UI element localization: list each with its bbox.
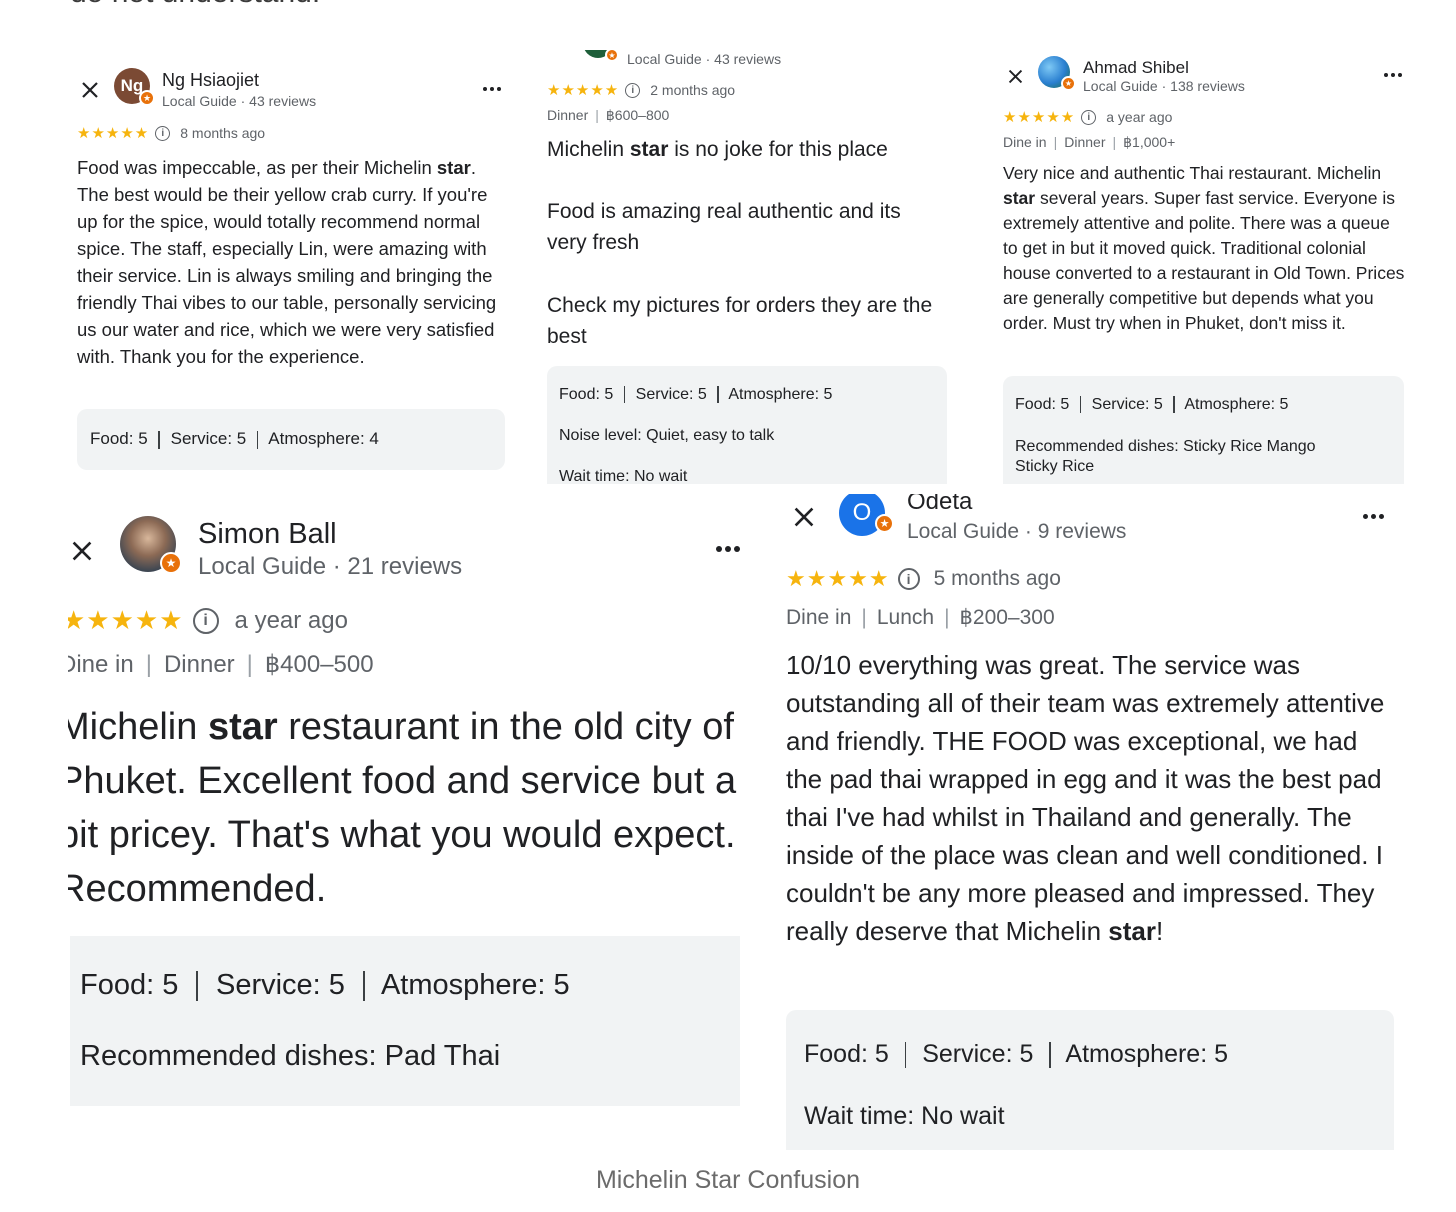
review-time: 8 months ago <box>180 125 266 141</box>
ratings-box: Food: 5 Service: 5 Atmosphere: 5 Wait ti… <box>786 1010 1394 1150</box>
atmosphere-label: Atmosphere: <box>1065 1040 1208 1068</box>
review-text-line-1: Michelin star restaurant in the old city… <box>68 706 734 748</box>
review-card-ng-hsiaojiet: Ng ★ Ng Hsiaojiet Local Guide · 43 revie… <box>60 50 530 490</box>
review-text-line-3: bit pricey. That's what you would expect… <box>68 814 736 856</box>
review-text-line-1: Michelin star is no joke for this place <box>547 138 888 161</box>
star-rating: ★★★★★ <box>1003 109 1076 126</box>
more-options-icon[interactable] <box>1384 73 1402 77</box>
rating-row: ★★★★★ i a year ago <box>68 605 348 636</box>
ratings-line: Food: 5 Service: 5 Atmosphere: 5 <box>1015 396 1289 414</box>
reviewer-name[interactable]: Ahmad Shibel <box>1083 58 1189 78</box>
visit-tags: Dine in | Dinner | ฿1,000+ <box>1003 134 1176 150</box>
review-time: a year ago <box>234 606 348 634</box>
ratings-line: Food: 5 Service: 5 Atmosphere: 5 <box>80 969 570 1002</box>
visit-tags: Dine in|Dinner|฿400–500 <box>68 651 374 678</box>
reviewer-meta: Local Guide · 21 reviews <box>198 553 463 580</box>
star-rating: ★★★★★ <box>786 566 890 591</box>
rating-row: ★★★★★ i 2 months ago <box>547 81 735 99</box>
reviewer-meta: Local Guide · 43 reviews <box>162 93 317 109</box>
atmosphere-label: Atmosphere: <box>268 429 365 448</box>
star-rating: ★★★★★ <box>547 82 620 99</box>
recommended-dishes-line: Recommended dishes: Sticky Rice Mango St… <box>1015 438 1316 475</box>
info-icon[interactable]: i <box>192 607 219 634</box>
star-rating: ★★★★★ <box>77 125 150 142</box>
review-text-paragraph-2: Food is amazing real authentic and its v… <box>547 200 901 254</box>
review-card-odeta: O ★ Odeta Local Guide · 9 reviews ★★★★★ … <box>775 494 1415 1150</box>
recommended-dishes-line: Recommended dishes: Pad Thai <box>80 1040 501 1072</box>
review-text: 10/10 everything was great. The service … <box>786 650 1385 946</box>
food-label: Food: <box>804 1040 868 1068</box>
close-icon[interactable] <box>70 539 94 563</box>
star-rating: ★★★★★ <box>68 605 184 635</box>
info-icon[interactable]: i <box>155 125 171 141</box>
ratings-line: Food: 5 Service: 5 Atmosphere: 4 <box>90 429 379 449</box>
reviewer-name[interactable]: Odeta <box>907 494 972 516</box>
rating-row: ★★★★★ i a year ago <box>1003 108 1172 126</box>
food-label: Food: <box>80 969 155 1001</box>
local-guide-badge-icon: ★ <box>139 90 155 106</box>
atmosphere-label: Atmosphere: <box>1184 396 1276 413</box>
review-text: Very nice and authentic Thai restaurant.… <box>1003 163 1405 333</box>
reviewer-name[interactable]: Simon Ball <box>198 518 337 551</box>
review-time: 2 months ago <box>650 82 736 98</box>
atmosphere-label: Atmosphere: <box>728 386 820 403</box>
more-options-icon[interactable] <box>1363 514 1384 519</box>
reviewer-name[interactable]: Ng Hsiaojiet <box>162 70 259 91</box>
info-icon[interactable]: i <box>897 568 920 590</box>
ratings-box: Food: 5 Service: 5 Atmosphere: 5 Recomme… <box>70 936 740 1106</box>
noise-level-line: Noise level: Quiet, easy to talk <box>559 427 775 444</box>
info-icon[interactable]: i <box>1081 109 1097 125</box>
rating-row: ★★★★★ i 8 months ago <box>77 124 265 142</box>
food-label: Food: <box>90 429 134 448</box>
food-label: Food: <box>559 386 600 403</box>
review-text-paragraph-3: Check my pictures for orders they are th… <box>547 294 933 348</box>
service-label: Service: <box>215 969 321 1001</box>
service-label: Service: <box>635 386 694 403</box>
more-options-icon[interactable] <box>716 546 740 552</box>
more-options-icon[interactable] <box>483 87 501 91</box>
ratings-box: Food: 5 Service: 5 Atmosphere: 5 Recomme… <box>1003 376 1404 484</box>
reviewer-meta: Local Guide · 43 reviews <box>627 51 782 67</box>
info-icon[interactable]: i <box>625 82 641 98</box>
visit-tags: Dine in | Lunch | ฿200–300 <box>786 606 1055 629</box>
close-icon[interactable] <box>80 80 100 100</box>
review-card-2: ★ Local Guide · 43 reviews ★★★★★ i 2 mon… <box>535 50 960 484</box>
local-guide-badge-icon: ★ <box>605 50 619 62</box>
review-text: Food was impeccable, as per their Michel… <box>77 157 497 367</box>
review-card-ahmad-shibel: ★ Ahmad Shibel Local Guide · 138 reviews… <box>990 50 1415 484</box>
local-guide-badge-icon: ★ <box>160 552 182 574</box>
image-caption: Michelin Star Confusion <box>595 1166 860 1194</box>
visit-tags: Dinner | ฿600–800 <box>547 107 670 123</box>
wait-time-line: Wait time: No wait <box>559 468 688 484</box>
ratings-line: Food: 5 Service: 5 Atmosphere: 5 <box>804 1040 1229 1069</box>
service-label: Service: <box>170 429 233 448</box>
review-card-simon-ball: ★ Simon Ball Local Guide · 21 reviews ★★… <box>68 494 740 1116</box>
close-icon[interactable] <box>792 505 816 529</box>
close-icon[interactable] <box>1007 68 1024 85</box>
food-label: Food: <box>1015 396 1056 413</box>
local-guide-badge-icon: ★ <box>875 514 894 533</box>
rating-row: ★★★★★ i 5 months ago <box>786 566 1061 592</box>
service-label: Service: <box>1091 396 1150 413</box>
wait-time-line: Wait time: No wait <box>804 1102 1005 1130</box>
ratings-box: Food: 5 Service: 5 Atmosphere: 4 <box>77 409 505 470</box>
review-time: 5 months ago <box>933 567 1061 590</box>
ratings-box: Food: 5 Service: 5 Atmosphere: 5 Noise l… <box>547 366 947 484</box>
top-cut-text: do not understand. <box>70 0 320 10</box>
review-text-line-4: Recommended. <box>68 868 327 910</box>
service-label: Service: <box>922 1040 1013 1068</box>
local-guide-badge-icon: ★ <box>1061 76 1076 91</box>
reviewer-meta: Local Guide · 138 reviews <box>1083 78 1245 94</box>
ratings-line: Food: 5 Service: 5 Atmosphere: 5 <box>559 386 833 404</box>
atmosphere-label: Atmosphere: <box>380 969 546 1001</box>
review-text-line-2: Phuket. Excellent food and service but a <box>68 760 737 802</box>
review-time: a year ago <box>1106 109 1173 125</box>
reviewer-meta: Local Guide · 9 reviews <box>907 520 1127 543</box>
